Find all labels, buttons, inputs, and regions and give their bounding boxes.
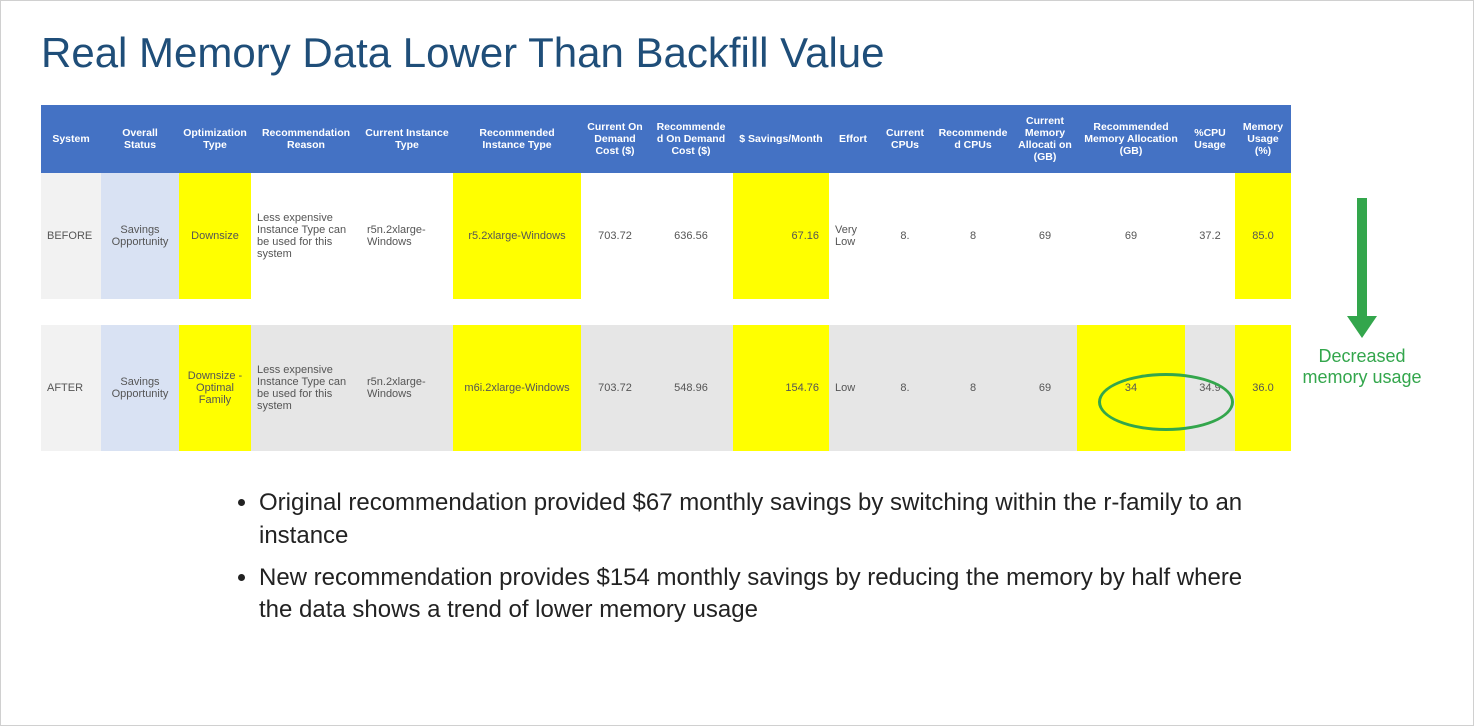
annotation: Decreased memory usage (1291, 168, 1433, 389)
table-row-before: BEFORE Savings Opportunity Downsize Less… (41, 173, 1291, 299)
cell-curr-mem: 69 (1013, 325, 1077, 451)
col-status: Overall Status (101, 105, 179, 173)
col-opt-type: Optimization Type (179, 105, 251, 173)
cell-rec-instance: r5.2xlarge-Windows (453, 173, 581, 299)
cell-curr-instance: r5n.2xlarge-Windows (361, 173, 453, 299)
slide-title: Real Memory Data Lower Than Backfill Val… (41, 29, 1433, 77)
content-row: System Overall Status Optimization Type … (41, 105, 1433, 451)
table-row-after: AFTER Savings Opportunity Downsize - Opt… (41, 325, 1291, 451)
cell-curr-cost: 703.72 (581, 173, 649, 299)
cell-mem-pct: 36.0 (1235, 325, 1291, 451)
cell-reason: Less expensive Instance Type can be used… (251, 325, 361, 451)
cell-system: BEFORE (41, 173, 101, 299)
cell-rec-cost: 548.96 (649, 325, 733, 451)
col-system: System (41, 105, 101, 173)
col-cpu-pct: %CPU Usage (1185, 105, 1235, 173)
col-curr-mem: Current Memory Allocati on (GB) (1013, 105, 1077, 173)
annotation-label: Decreased memory usage (1291, 346, 1433, 389)
cell-savings: 154.76 (733, 325, 829, 451)
cell-cpu-pct: 37.2 (1185, 173, 1235, 299)
arrow-down-icon (1347, 198, 1377, 338)
cell-rec-cpu: 8 (933, 325, 1013, 451)
cell-mem-pct: 85.0 (1235, 173, 1291, 299)
bullet-item: Original recommendation provided $67 mon… (259, 487, 1251, 552)
cell-effort: Very Low (829, 173, 877, 299)
cell-curr-cpu: 8. (877, 325, 933, 451)
cell-status: Savings Opportunity (101, 173, 179, 299)
cell-reason: Less expensive Instance Type can be used… (251, 173, 361, 299)
cell-curr-mem: 69 (1013, 173, 1077, 299)
col-rec-cost: Recommende d On Demand Cost ($) (649, 105, 733, 173)
col-curr-cost: Current On Demand Cost ($) (581, 105, 649, 173)
slide: Real Memory Data Lower Than Backfill Val… (0, 0, 1474, 726)
table-wrap: System Overall Status Optimization Type … (41, 105, 1291, 451)
cell-opt-type: Downsize - Optimal Family (179, 325, 251, 451)
table-row-spacer (41, 299, 1291, 325)
cell-rec-cost: 636.56 (649, 173, 733, 299)
comparison-table: System Overall Status Optimization Type … (41, 105, 1291, 451)
cell-opt-type: Downsize (179, 173, 251, 299)
cell-curr-instance: r5n.2xlarge-Windows (361, 325, 453, 451)
cell-curr-cpu: 8. (877, 173, 933, 299)
col-curr-instance: Current Instance Type (361, 105, 453, 173)
col-curr-cpu: Current CPUs (877, 105, 933, 173)
cell-rec-mem: 69 (1077, 173, 1185, 299)
col-reason: Recommendation Reason (251, 105, 361, 173)
cell-rec-instance: m6i.2xlarge-Windows (453, 325, 581, 451)
cell-status: Savings Opportunity (101, 325, 179, 451)
col-rec-instance: Recommended Instance Type (453, 105, 581, 173)
cell-curr-cost: 703.72 (581, 325, 649, 451)
col-rec-cpu: Recommende d CPUs (933, 105, 1013, 173)
col-rec-mem: Recommended Memory Allocation (GB) (1077, 105, 1185, 173)
bullet-item: New recommendation provides $154 monthly… (259, 562, 1251, 627)
cell-system: AFTER (41, 325, 101, 451)
cell-rec-mem: 34 (1077, 325, 1185, 451)
col-mem-pct: Memory Usage (%) (1235, 105, 1291, 173)
cell-cpu-pct: 34.9 (1185, 325, 1235, 451)
table-header: System Overall Status Optimization Type … (41, 105, 1291, 173)
col-effort: Effort (829, 105, 877, 173)
cell-rec-cpu: 8 (933, 173, 1013, 299)
cell-savings: 67.16 (733, 173, 829, 299)
cell-effort: Low (829, 325, 877, 451)
bullets: Original recommendation provided $67 mon… (231, 487, 1251, 627)
col-savings: $ Savings/Month (733, 105, 829, 173)
